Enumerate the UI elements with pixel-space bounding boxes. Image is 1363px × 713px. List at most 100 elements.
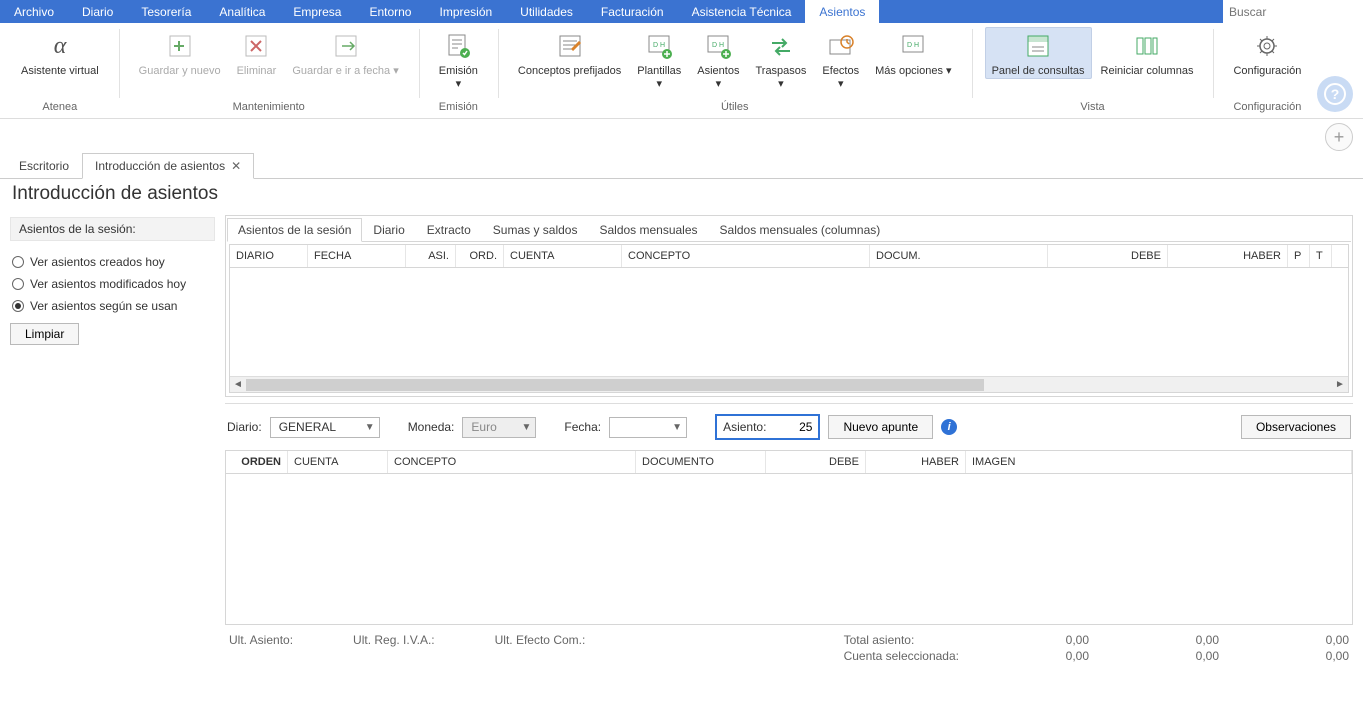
ult-efecto-label: Ult. Efecto Com.: [495, 633, 586, 663]
emision-button[interactable]: Emisión▾ [432, 27, 485, 92]
global-search[interactable] [1223, 0, 1363, 23]
mas-label: Más opciones ▾ [875, 65, 951, 78]
chevron-down-icon: ▾ [778, 78, 784, 90]
col2-imagen[interactable]: IMAGEN [966, 451, 1352, 473]
eliminar-button[interactable]: Eliminar [230, 27, 284, 79]
radio-icon [12, 300, 24, 312]
group-utiles-label: Útiles [721, 98, 749, 118]
radio-label: Ver asientos creados hoy [30, 255, 165, 269]
close-tab-icon[interactable]: ✕ [231, 159, 241, 173]
col2-orden[interactable]: ORDEN [226, 451, 288, 473]
tab-saldos-mensuales[interactable]: Saldos mensuales [588, 218, 708, 242]
traspasos-button[interactable]: Traspasos▾ [748, 27, 813, 92]
radio-segun-usan[interactable]: Ver asientos según se usan [10, 295, 215, 317]
total-v1: 0,00 [969, 633, 1089, 647]
col-diario[interactable]: DIARIO [230, 245, 308, 267]
menu-facturacion[interactable]: Facturación [587, 0, 678, 23]
col-asi[interactable]: ASI. [406, 245, 456, 267]
total-v2: 0,00 [1099, 633, 1219, 647]
col2-debe[interactable]: DEBE [766, 451, 866, 473]
asistente-label: Asistente virtual [21, 65, 99, 78]
menu-impresion[interactable]: Impresión [425, 0, 506, 23]
tab-escritorio[interactable]: Escritorio [6, 153, 82, 179]
radio-creados-hoy[interactable]: Ver asientos creados hoy [10, 251, 215, 273]
radio-modificados-hoy[interactable]: Ver asientos modificados hoy [10, 273, 215, 295]
panel-icon [1022, 30, 1054, 62]
conceptos-prefijados-button[interactable]: Conceptos prefijados [511, 27, 628, 79]
radio-label: Ver asientos modificados hoy [30, 277, 186, 291]
col2-documento[interactable]: DOCUMENTO [636, 451, 766, 473]
observaciones-button[interactable]: Observaciones [1241, 415, 1351, 439]
search-input[interactable] [1223, 2, 1363, 22]
sidebar-section-title: Asientos de la sesión: [10, 217, 215, 241]
col-docum[interactable]: DOCUM. [870, 245, 1048, 267]
scroll-left-icon[interactable]: ◄ [230, 379, 246, 390]
menu-empresa[interactable]: Empresa [279, 0, 355, 23]
col-ord[interactable]: ORD. [456, 245, 504, 267]
menu-diario[interactable]: Diario [68, 0, 127, 23]
tab-diario[interactable]: Diario [362, 218, 415, 242]
tab-asientos-sesion[interactable]: Asientos de la sesión [227, 218, 362, 242]
tab-extracto[interactable]: Extracto [416, 218, 482, 242]
col2-cuenta[interactable]: CUENTA [288, 451, 388, 473]
moneda-select[interactable]: Euro▼ [462, 417, 536, 438]
asiento-input[interactable] [772, 420, 812, 434]
guardar-y-nuevo-button[interactable]: Guardar y nuevo [132, 27, 228, 79]
col-t[interactable]: T [1310, 245, 1332, 267]
tab-introduccion-asientos[interactable]: Introducción de asientos✕ [82, 153, 254, 179]
limpiar-button[interactable]: Limpiar [10, 323, 79, 345]
diario-select[interactable]: GENERAL▼ [270, 417, 380, 438]
radio-icon [12, 256, 24, 268]
menu-entorno[interactable]: Entorno [355, 0, 425, 23]
ult-reg-iva-label: Ult. Reg. I.V.A.: [353, 633, 435, 663]
col2-haber[interactable]: HABER [866, 451, 966, 473]
entry-grid: ORDEN CUENTA CONCEPTO DOCUMENTO DEBE HAB… [225, 450, 1353, 625]
scroll-track[interactable] [246, 379, 1332, 391]
col-haber[interactable]: HABER [1168, 245, 1288, 267]
plantillas-button[interactable]: D H Plantillas▾ [630, 27, 688, 92]
guardar-ir-fecha-button[interactable]: Guardar e ir a fecha ▾ [285, 27, 405, 79]
guardar-ir-label: Guardar e ir a fecha ▾ [292, 65, 398, 78]
efectos-button[interactable]: Efectos▾ [815, 27, 866, 92]
nuevo-apunte-button[interactable]: Nuevo apunte [828, 415, 933, 439]
asientos-button[interactable]: D H Asientos▾ [690, 27, 746, 92]
entry-form-row: Diario: GENERAL▼ Moneda: Euro▼ Fecha: ▼ … [225, 403, 1353, 450]
configuracion-button[interactable]: Configuración [1226, 27, 1308, 79]
col2-concepto[interactable]: CONCEPTO [388, 451, 636, 473]
help-button[interactable]: ? [1317, 76, 1353, 112]
col-fecha[interactable]: FECHA [308, 245, 406, 267]
save-new-icon [164, 30, 196, 62]
grid-body[interactable] [230, 268, 1348, 376]
menu-asistencia[interactable]: Asistencia Técnica [678, 0, 806, 23]
tab-saldos-mensuales-col[interactable]: Saldos mensuales (columnas) [709, 218, 892, 242]
delete-icon [240, 30, 272, 62]
add-tab-button[interactable]: + [1325, 123, 1353, 151]
entry-grid-body[interactable] [226, 474, 1352, 624]
col-concepto[interactable]: CONCEPTO [622, 245, 870, 267]
fecha-select[interactable]: ▼ [609, 417, 687, 438]
alpha-icon: α [44, 30, 76, 62]
emision-icon [442, 30, 474, 62]
radio-label: Ver asientos según se usan [30, 299, 177, 313]
panel-consultas-button[interactable]: Panel de consultas [985, 27, 1092, 79]
menu-analitica[interactable]: Analítica [205, 0, 279, 23]
col-p[interactable]: P [1288, 245, 1310, 267]
session-grid: DIARIO FECHA ASI. ORD. CUENTA CONCEPTO D… [229, 244, 1349, 393]
menu-utilidades[interactable]: Utilidades [506, 0, 587, 23]
help-icon: ? [1324, 83, 1346, 105]
menu-archivo[interactable]: Archivo [0, 0, 68, 23]
grid-header: DIARIO FECHA ASI. ORD. CUENTA CONCEPTO D… [230, 245, 1348, 268]
scroll-thumb[interactable] [246, 379, 984, 391]
menu-asientos[interactable]: Asientos [805, 0, 879, 23]
asiento-field[interactable]: Asiento: [715, 414, 820, 440]
grid-hscroll[interactable]: ◄ ► [230, 376, 1348, 392]
info-icon[interactable]: i [941, 419, 957, 435]
tab-sumas-saldos[interactable]: Sumas y saldos [482, 218, 589, 242]
mas-opciones-button[interactable]: D H Más opciones ▾ [868, 27, 958, 79]
asistente-virtual-button[interactable]: α Asistente virtual [14, 27, 106, 79]
col-debe[interactable]: DEBE [1048, 245, 1168, 267]
scroll-right-icon[interactable]: ► [1332, 379, 1348, 390]
menu-tesoreria[interactable]: Tesorería [127, 0, 205, 23]
reiniciar-columnas-button[interactable]: Reiniciar columnas [1094, 27, 1201, 79]
col-cuenta[interactable]: CUENTA [504, 245, 622, 267]
